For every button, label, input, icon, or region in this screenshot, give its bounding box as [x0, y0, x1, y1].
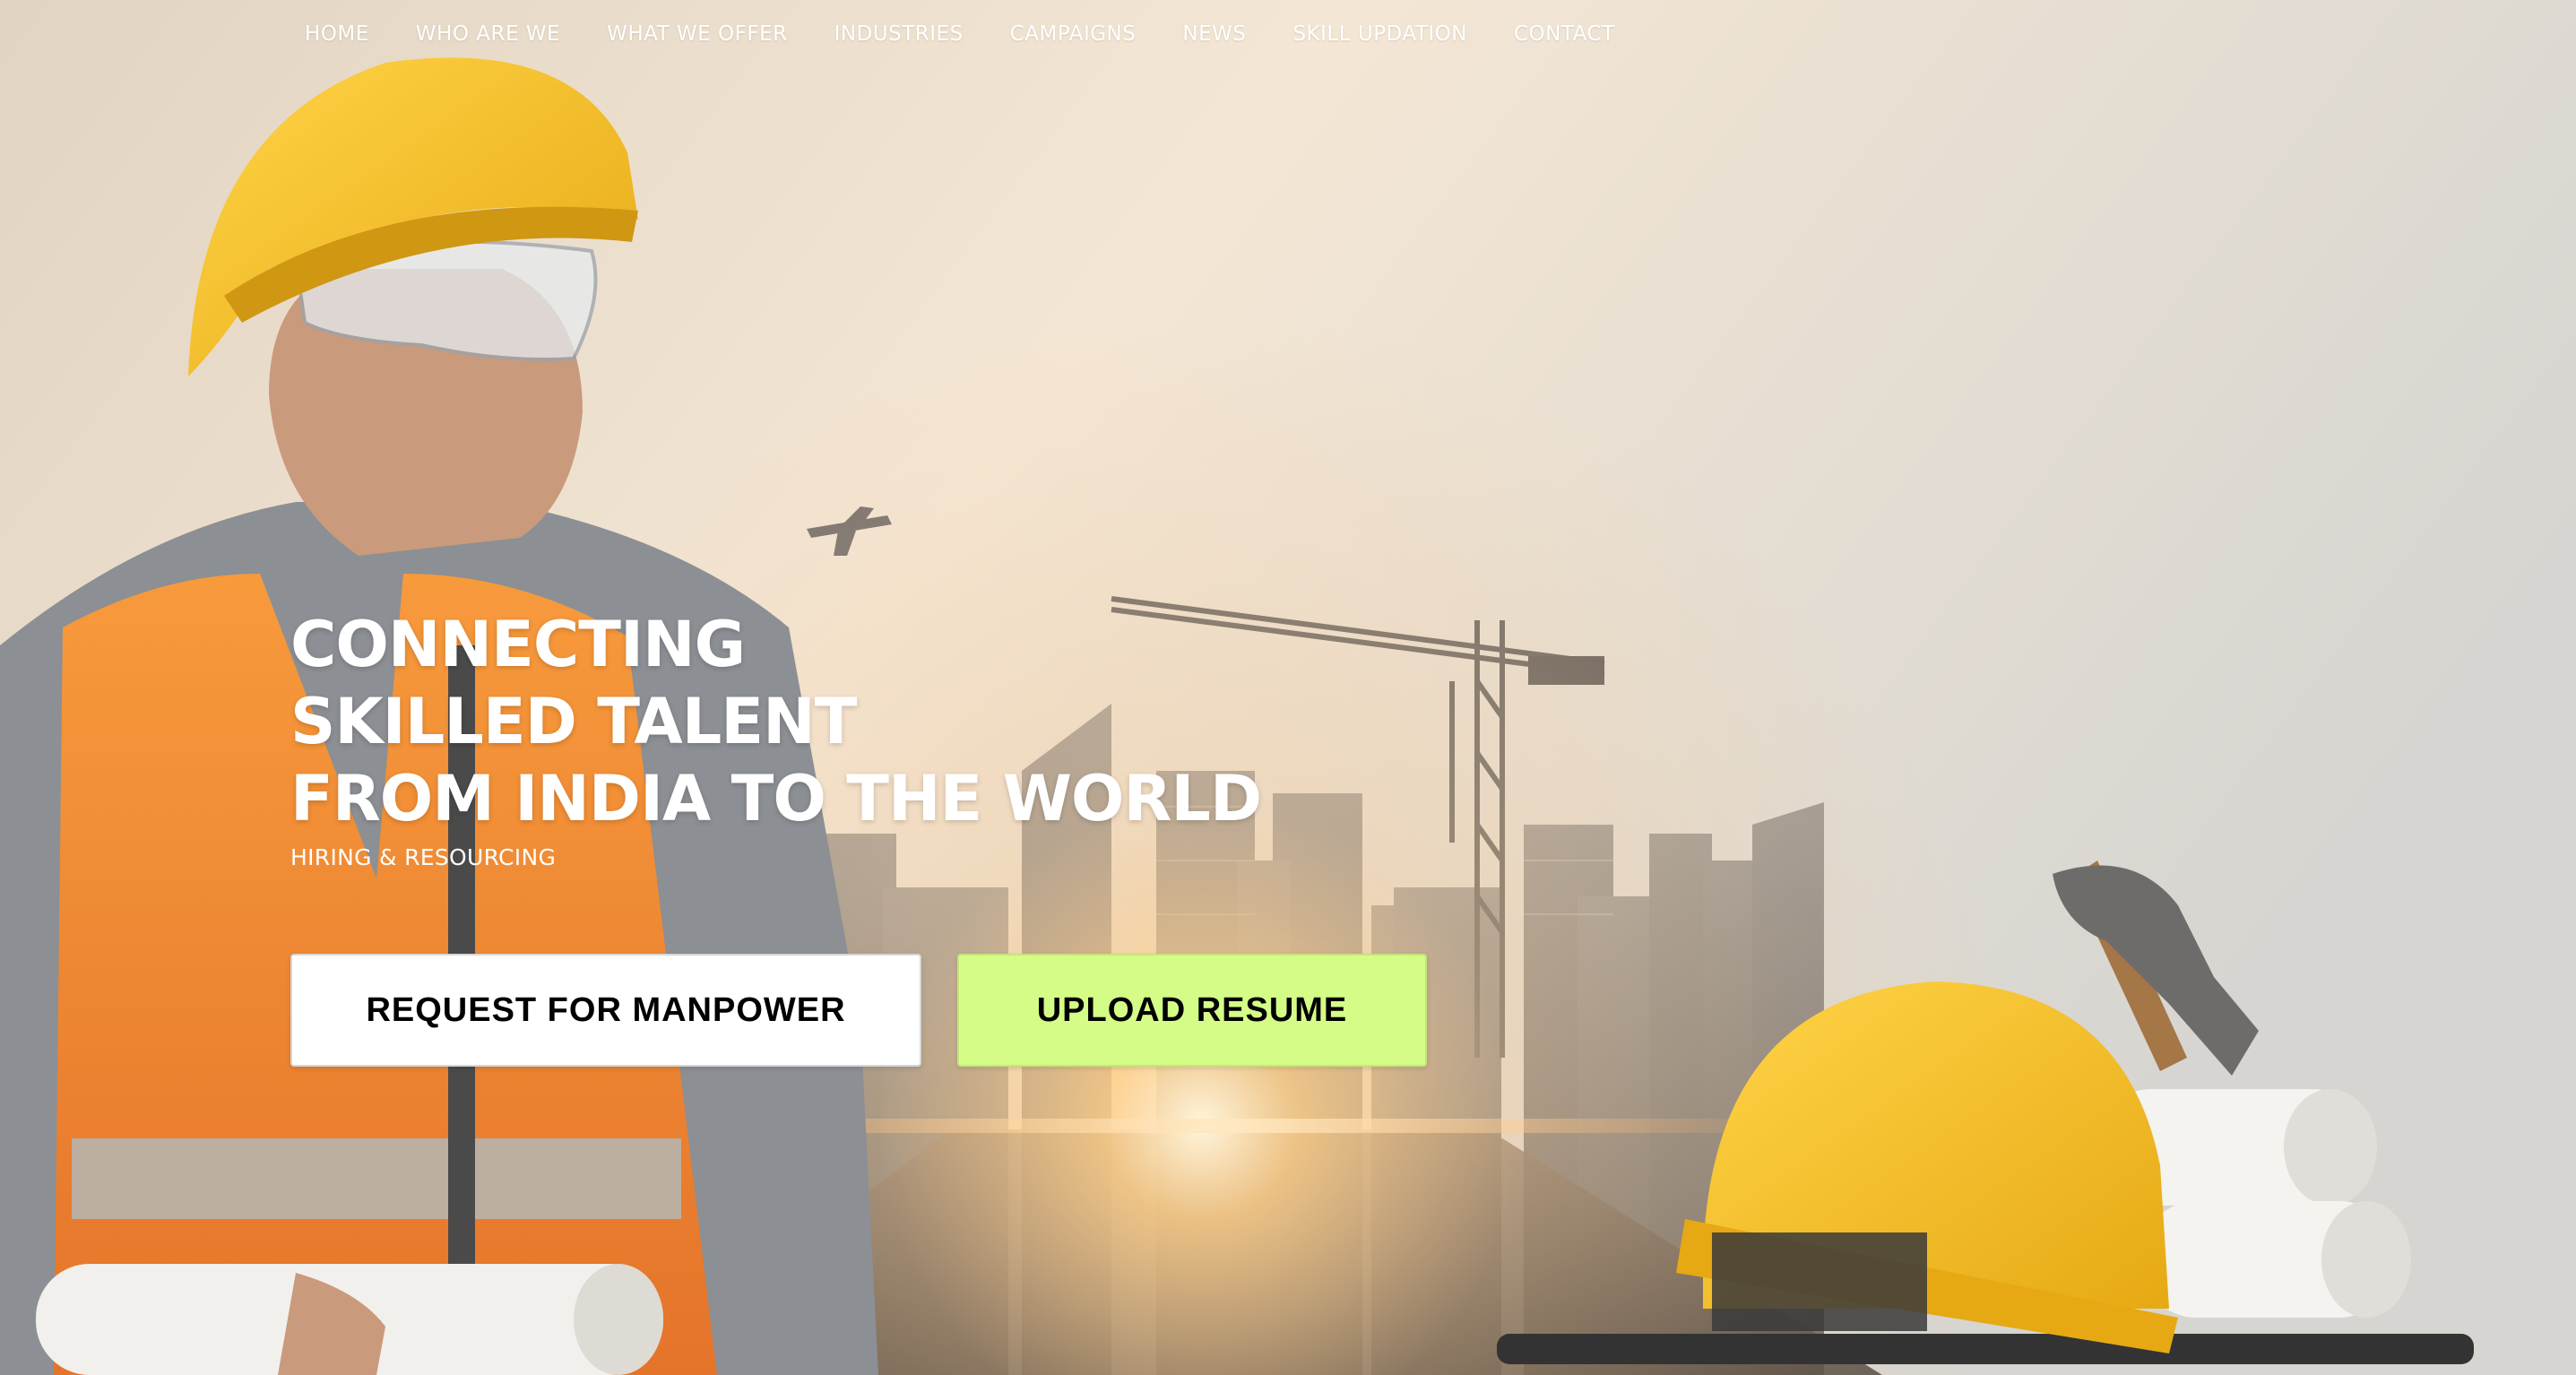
- hero-headline-line-3: FROM INDIA TO THE WORLD: [290, 762, 1262, 835]
- hero-headline-line-1: CONNECTING: [290, 608, 746, 681]
- nav-item-who-are-we[interactable]: WHO ARE WE: [416, 22, 560, 46]
- hero-headline: CONNECTING SKILLED TALENT FROM INDIA TO …: [290, 606, 1262, 837]
- upload-resume-button[interactable]: UPLOAD RESUME: [957, 954, 1427, 1067]
- nav-item-industries[interactable]: INDUSTRIES: [834, 22, 964, 46]
- nav-item-what-we-offer[interactable]: WHAT WE OFFER: [607, 22, 788, 46]
- hero-subtitle: HIRING & RESOURCING: [290, 844, 557, 870]
- nav-item-skill-updation[interactable]: SKILL UPDATION: [1292, 22, 1467, 46]
- nav-item-contact[interactable]: CONTACT: [1514, 22, 1615, 46]
- nav-item-campaigns[interactable]: CAMPAIGNS: [1010, 22, 1137, 46]
- nav-item-home[interactable]: HOME: [305, 22, 369, 46]
- hero-section: HOME WHO ARE WE WHAT WE OFFER INDUSTRIES…: [0, 0, 2576, 1375]
- hero-headline-line-2: SKILLED TALENT: [290, 685, 857, 758]
- main-nav: HOME WHO ARE WE WHAT WE OFFER INDUSTRIES…: [305, 16, 1615, 52]
- request-manpower-button[interactable]: REQUEST FOR MANPOWER: [290, 954, 921, 1067]
- nav-item-news[interactable]: NEWS: [1182, 22, 1246, 46]
